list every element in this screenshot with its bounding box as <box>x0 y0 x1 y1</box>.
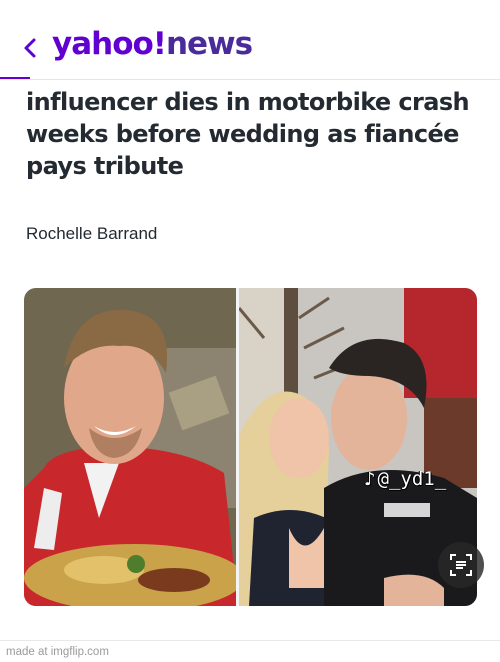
man-right-face <box>331 366 407 470</box>
imgflip-credit: made at imgflip.com <box>6 646 109 658</box>
hoodie-print <box>384 503 430 517</box>
visual-search-button[interactable] <box>438 542 484 588</box>
logo-section: news <box>165 26 253 62</box>
article-photo[interactable] <box>24 288 477 606</box>
visual-search-icon <box>450 554 472 576</box>
photo-collage <box>24 288 477 606</box>
woman-face <box>269 398 329 478</box>
tiktok-icon: ♪ <box>364 469 376 490</box>
yahoo-news-logo[interactable]: yahoo!news <box>52 24 253 64</box>
watermark-handle: @_yd1_ <box>377 468 447 490</box>
header-divider <box>0 79 500 80</box>
photo-split-divider <box>236 288 239 606</box>
article-card: yahoo!news influencer dies in motorbike … <box>0 0 500 641</box>
jalapeno <box>127 555 145 573</box>
tiktok-watermark: ♪ @_yd1_ <box>364 468 446 490</box>
back-button[interactable] <box>16 34 44 62</box>
meat-topping <box>138 568 210 592</box>
chevron-left-icon <box>24 38 36 58</box>
logo-brand: yahoo! <box>52 26 167 62</box>
article-author: Rochelle Barrand <box>26 224 158 243</box>
article-headline: influencer dies in motorbike crash weeks… <box>26 88 470 180</box>
app-header: yahoo!news <box>0 0 500 80</box>
